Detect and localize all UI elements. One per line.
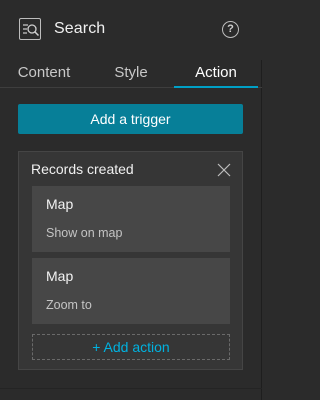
tab-style[interactable]: Style <box>88 64 174 88</box>
action-item-zoom-to[interactable]: Map Zoom to <box>32 258 230 324</box>
action-item-show-on-map[interactable]: Map Show on map <box>32 186 230 252</box>
tab-bar: Content Style Action <box>0 60 262 88</box>
action-title: Map <box>46 196 74 212</box>
active-tab-indicator <box>174 86 258 88</box>
records-created-card: Records created Map Show on map Map Zoom… <box>18 151 243 370</box>
add-trigger-button[interactable]: Add a trigger <box>18 104 243 134</box>
panel-header: Search ? <box>0 0 262 60</box>
action-subtitle: Show on map <box>46 226 123 240</box>
settings-panel: Search ? Content Style Action Add a trig… <box>0 0 262 400</box>
tab-content[interactable]: Content <box>0 64 88 88</box>
close-icon[interactable] <box>216 162 232 178</box>
add-action-button[interactable]: + Add action <box>32 334 230 360</box>
page-title: Search <box>54 20 106 37</box>
tab-action[interactable]: Action <box>174 64 258 88</box>
help-icon[interactable]: ? <box>222 21 239 38</box>
records-created-title: Records created <box>31 161 134 177</box>
action-subtitle: Zoom to <box>46 298 92 312</box>
action-title: Map <box>46 268 74 284</box>
search-widget-icon <box>19 18 41 40</box>
divider <box>0 388 262 389</box>
